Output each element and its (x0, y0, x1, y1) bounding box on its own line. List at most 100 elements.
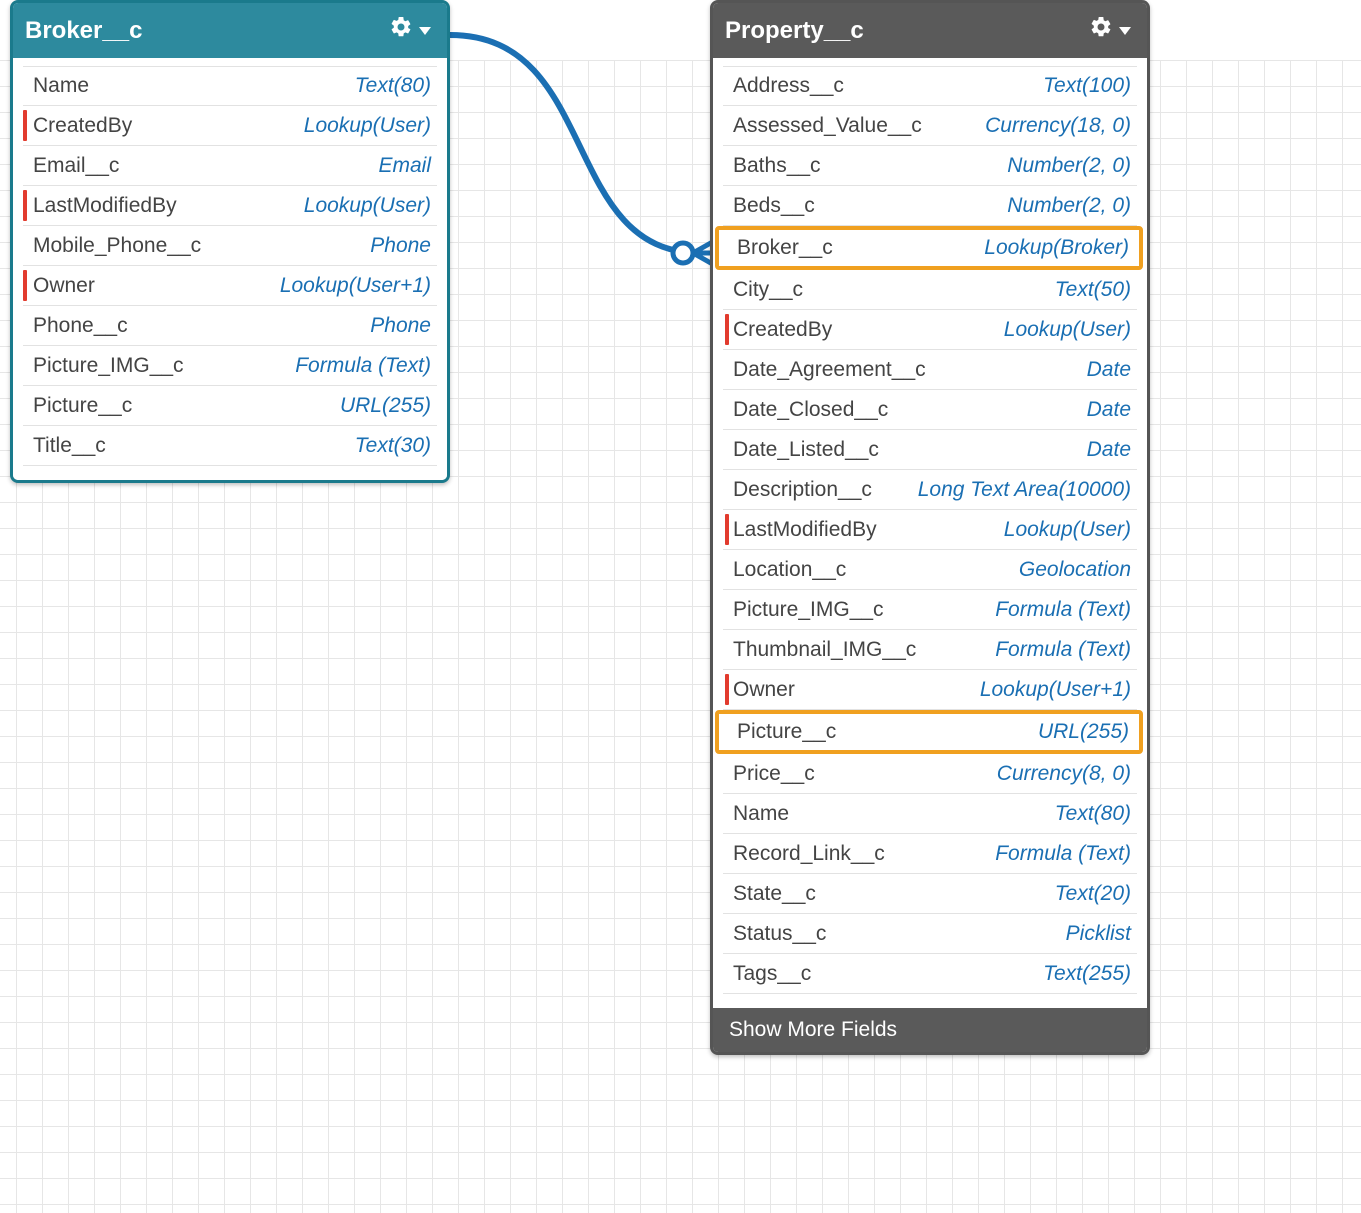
field-name: Picture_IMG__c (25, 354, 184, 378)
card-menu-property[interactable] (1089, 15, 1131, 46)
field-row[interactable]: Status__cPicklist (723, 914, 1137, 954)
field-row[interactable]: Title__c Text(30) (23, 426, 437, 466)
field-name: Price__c (725, 762, 815, 786)
field-row[interactable]: Picture_IMG__c Formula (Text) (723, 590, 1137, 630)
field-name: Description__c (725, 478, 872, 502)
field-row[interactable]: Picture__c URL(255) (715, 710, 1143, 754)
field-row[interactable]: Beds__cNumber(2, 0) (723, 186, 1137, 226)
field-type: Formula (Text) (995, 638, 1131, 662)
field-name: Record_Link__c (725, 842, 885, 866)
field-name: Owner (25, 274, 95, 298)
required-indicator (725, 514, 729, 545)
field-name: Phone__c (25, 314, 128, 338)
field-row[interactable]: Price__cCurrency(8, 0) (723, 754, 1137, 794)
field-row[interactable]: Picture__c URL(255) (23, 386, 437, 426)
field-type: URL(255) (340, 394, 431, 418)
card-body-property: Address__c Text(100) Assessed_Value__cCurr… (713, 58, 1147, 1008)
field-row[interactable]: Date_Listed__c Date (723, 430, 1137, 470)
field-type: Currency(18, 0) (985, 114, 1131, 138)
field-row[interactable]: Broker__c Lookup(Broker) (715, 226, 1143, 270)
field-type: Formula (Text) (295, 354, 431, 378)
field-type: Formula (Text) (995, 598, 1131, 622)
field-row[interactable]: Mobile_Phone__c Phone (23, 226, 437, 266)
field-type: URL(255) (1038, 720, 1129, 744)
field-name: Title__c (25, 434, 106, 458)
field-name: LastModifiedBy (25, 194, 177, 218)
field-name: Name (725, 802, 789, 826)
field-name: Date_Listed__c (725, 438, 879, 462)
field-row[interactable]: Picture_IMG__c Formula (Text) (23, 346, 437, 386)
gear-icon (389, 15, 413, 46)
show-more-fields-button[interactable]: Show More Fields (713, 1008, 1147, 1052)
field-name: Mobile_Phone__c (25, 234, 201, 258)
field-name: Address__c (725, 74, 844, 98)
field-type: Text(80) (355, 74, 431, 98)
field-name: Name (25, 74, 89, 98)
field-name: Tags__c (725, 962, 811, 986)
field-row[interactable]: Location__c Geolocation (723, 550, 1137, 590)
field-row[interactable]: Date_Agreement__cDate (723, 350, 1137, 390)
field-name: Date_Agreement__c (725, 358, 926, 382)
field-row[interactable]: CreatedBy Lookup(User) (23, 106, 437, 146)
field-row[interactable]: LastModifiedByLookup(User) (723, 510, 1137, 550)
field-name: Broker__c (729, 236, 833, 260)
card-header-property[interactable]: Property__c (713, 3, 1147, 58)
field-type: Text(20) (1055, 882, 1131, 906)
field-row[interactable]: Date_Closed__cDate (723, 390, 1137, 430)
field-row[interactable]: City__c Text(50) (723, 270, 1137, 310)
field-row[interactable]: LastModifiedByLookup(User) (23, 186, 437, 226)
field-row[interactable]: Record_Link__c Formula (Text) (723, 834, 1137, 874)
field-row[interactable]: CreatedByLookup(User) (723, 310, 1137, 350)
card-title-property: Property__c (725, 17, 864, 45)
required-indicator (725, 674, 729, 705)
field-row[interactable]: State__c Text(20) (723, 874, 1137, 914)
field-type: Formula (Text) (995, 842, 1131, 866)
field-type: Long Text Area(10000) (918, 478, 1131, 502)
chevron-down-icon (1119, 27, 1131, 35)
field-type: Text(50) (1055, 278, 1131, 302)
field-row[interactable]: Owner Lookup(User+1) (23, 266, 437, 306)
field-row[interactable]: OwnerLookup(User+1) (723, 670, 1137, 710)
required-indicator (23, 190, 27, 221)
field-type: Text(100) (1043, 74, 1131, 98)
field-row[interactable]: Description__c Long Text Area(10000) (723, 470, 1137, 510)
field-type: Lookup(User) (1004, 318, 1131, 342)
field-type: Geolocation (1019, 558, 1131, 582)
field-name: LastModifiedBy (725, 518, 877, 542)
field-name: State__c (725, 882, 816, 906)
object-card-property[interactable]: Property__c Address__c Text(100) Assessed_… (710, 0, 1150, 1055)
required-indicator (23, 110, 27, 141)
field-type: Text(30) (355, 434, 431, 458)
object-card-broker[interactable]: Broker__c Name Text(80) CreatedBy Lookup(Us… (10, 0, 450, 483)
field-row[interactable]: Baths__cNumber(2, 0) (723, 146, 1137, 186)
field-name: Picture__c (729, 720, 836, 744)
field-type: Lookup(User) (304, 114, 431, 138)
field-name: Thumbnail_IMG__c (725, 638, 916, 662)
field-name: Picture_IMG__c (725, 598, 884, 622)
field-row[interactable]: Name Text(80) (23, 66, 437, 106)
field-type: Date (1087, 398, 1131, 422)
field-type: Text(255) (1043, 962, 1131, 986)
field-name: Location__c (725, 558, 846, 582)
field-row[interactable]: Assessed_Value__cCurrency(18, 0) (723, 106, 1137, 146)
field-type: Date (1087, 438, 1131, 462)
field-name: CreatedBy (25, 114, 132, 138)
field-row[interactable]: Phone__c Phone (23, 306, 437, 346)
field-name: City__c (725, 278, 803, 302)
field-row[interactable]: Email__c Email (23, 146, 437, 186)
card-header-broker[interactable]: Broker__c (13, 3, 447, 58)
field-row[interactable]: Thumbnail_IMG__c Formula (Text) (723, 630, 1137, 670)
field-type: Lookup(User+1) (280, 274, 431, 298)
field-name: Picture__c (25, 394, 132, 418)
field-type: Lookup(Broker) (984, 236, 1129, 260)
card-menu-broker[interactable] (389, 15, 431, 46)
field-name: Beds__c (725, 194, 815, 218)
field-row[interactable]: Address__c Text(100) (723, 66, 1137, 106)
field-type: Email (378, 154, 431, 178)
field-type: Phone (370, 314, 431, 338)
required-indicator (23, 270, 27, 301)
field-type: Phone (370, 234, 431, 258)
field-row[interactable]: NameText(80) (723, 794, 1137, 834)
field-name: Email__c (25, 154, 119, 178)
field-row[interactable]: Tags__c Text(255) (723, 954, 1137, 994)
